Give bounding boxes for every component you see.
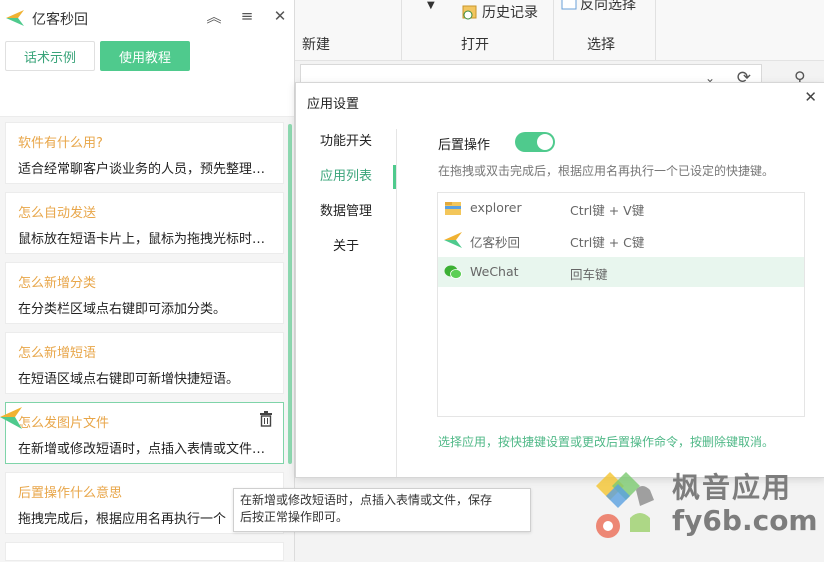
phrase-card[interactable]: 怎么新增短语 在短语区域点右键即可新增快捷短语。 (5, 332, 284, 394)
phrase-text: 在分类栏区域点右键即可添加分类。 (18, 302, 227, 317)
collapse-icon[interactable]: ︽ (204, 6, 224, 26)
app-title: 亿客秒回 (32, 12, 88, 28)
menu-icon[interactable]: ≡ (237, 6, 257, 26)
phrase-title: 怎么新增分类 (18, 276, 97, 291)
wechat-icon (444, 265, 462, 279)
tab-examples[interactable]: 话术示例 (5, 41, 95, 71)
post-action-label: 后置操作 (438, 138, 491, 153)
settings-dialog: 应用设置 ✕ 功能开关 应用列表 数据管理 关于 后置操作 在拖拽或双击完成后，… (295, 82, 824, 478)
phrase-card[interactable]: 怎么新增分类 在分类栏区域点右键即可添加分类。 (5, 262, 284, 324)
reverse-select-label: 反向选择 (580, 0, 636, 13)
tooltip-line: 在新增或修改短语时，点插入表情或文件，保存 (240, 493, 493, 507)
post-action-toggle[interactable] (515, 132, 555, 152)
app-list: explorer Ctrl键 + V键 亿客秒回 Ctrl键 + C键 WeCh… (437, 192, 805, 417)
history-button[interactable]: 历史记录 (461, 2, 538, 22)
phrase-title: 后置操作什么意思 (18, 486, 123, 501)
dialog-title: 应用设置 (307, 97, 360, 112)
toggle-knob (537, 134, 553, 150)
phrase-text: 鼠标放在短语卡片上，鼠标为拖拽光标时… (18, 232, 266, 247)
app-shortcut: 回车键 (570, 267, 608, 282)
history-icon (462, 5, 477, 20)
ribbon-group-select: 反向选择 选择 (553, 0, 656, 60)
nav-active-indicator (393, 165, 396, 189)
phrase-card[interactable]: 怎么自动发送 鼠标放在短语卡片上，鼠标为拖拽光标时… (5, 192, 284, 254)
phrase-card-selected[interactable]: 怎么发图片文件 在新增或修改短语时，点插入表情或文件… (5, 402, 284, 464)
phrase-tooltip: 在新增或修改短语时，点插入表情或文件，保存 后按正常操作即可。 (233, 488, 531, 532)
app-row[interactable]: 亿客秒回 Ctrl键 + C键 (438, 225, 804, 255)
app-name: 亿客秒回 (470, 235, 521, 250)
phrase-title: 怎么新增短语 (18, 346, 97, 361)
trash-icon[interactable] (259, 411, 273, 427)
reverse-select-button[interactable]: 反向选择 (561, 0, 636, 14)
settings-nav: 功能开关 应用列表 数据管理 关于 (296, 129, 397, 477)
folder-icon (445, 202, 461, 215)
watermark-text: 枫音应用 (672, 471, 793, 504)
watermark-domain: fy6b.com (672, 504, 818, 537)
ribbon-group-new: 新建 (294, 0, 402, 60)
watermark-logo-icon (596, 472, 654, 538)
phrase-text: 在新增或修改短语时，点插入表情或文件… (18, 442, 266, 457)
phrase-card[interactable]: 软件有什么用? 适合经常聊客户谈业务的人员，预先整理… (5, 122, 284, 184)
nav-about[interactable]: 关于 (296, 234, 396, 260)
drag-cursor-icon (0, 407, 22, 429)
nav-app-list[interactable]: 应用列表 (296, 164, 396, 190)
app-name: WeChat (470, 264, 519, 279)
chevron-down-icon[interactable]: ▼ (427, 0, 435, 11)
app-logo-icon (444, 232, 462, 248)
history-label: 历史记录 (482, 5, 538, 21)
quick-reply-panel: 亿客秒回 ︽ ≡ ✕ 话术示例 使用教程 软件有什么用? 适合经常聊客户谈业务的… (0, 0, 295, 562)
tab-tutorial[interactable]: 使用教程 (100, 41, 190, 71)
app-shortcut: Ctrl键 + V键 (570, 203, 645, 218)
app-name: explorer (470, 200, 522, 215)
close-icon[interactable]: ✕ (270, 6, 290, 26)
reverse-select-icon (561, 0, 577, 10)
app-list-tip: 选择应用，按快捷键设置或更改后置操作命令，按删除键取消。 (438, 435, 775, 449)
nav-feature-switch[interactable]: 功能开关 (296, 129, 396, 155)
panel-titlebar: 亿客秒回 ︽ ≡ ✕ (0, 0, 294, 36)
phrase-text: 适合经常聊客户谈业务的人员，预先整理… (18, 162, 266, 177)
list-scrollbar[interactable] (288, 124, 292, 464)
phrase-title: 软件有什么用? (18, 136, 103, 151)
tooltip-line: 后按正常操作即可。 (240, 510, 349, 524)
app-shortcut: Ctrl键 + C键 (570, 235, 645, 250)
ribbon-group-open: ▼ 历史记录 打开 (401, 0, 554, 60)
watermark: 枫音应用 fy6b.com (592, 466, 822, 542)
app-row[interactable]: explorer Ctrl键 + V键 (438, 193, 804, 223)
app-logo-icon (6, 10, 24, 26)
ribbon-group-open-label: 打开 (461, 37, 489, 53)
phrase-card[interactable] (5, 542, 284, 561)
phrase-text: 在短语区域点右键即可新增快捷短语。 (18, 372, 240, 387)
ribbon-group-new-label: 新建 (302, 37, 330, 53)
phrase-title: 怎么自动发送 (18, 206, 97, 221)
phrase-title: 怎么发图片文件 (18, 416, 110, 431)
ribbon-group-select-label: 选择 (587, 37, 615, 53)
app-row-selected[interactable]: WeChat 回车键 (438, 257, 804, 287)
nav-data-management[interactable]: 数据管理 (296, 199, 396, 225)
close-icon[interactable]: ✕ (804, 88, 817, 106)
post-action-description: 在拖拽或双击完成后，根据应用名再执行一个已设定的快捷键。 (438, 164, 775, 178)
